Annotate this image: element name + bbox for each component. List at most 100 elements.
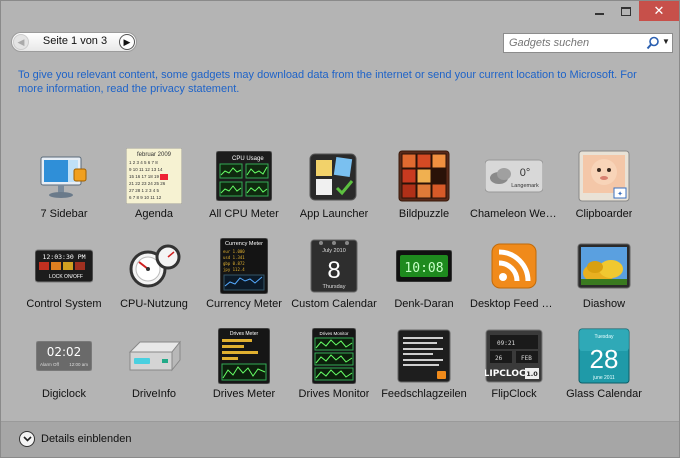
title-bar: ✕ — [1, 1, 679, 23]
gadget-tile[interactable]: Desktop Feed R... — [469, 236, 559, 322]
gadget-tile[interactable]: CPU Usage All CPU Meter — [199, 146, 289, 232]
cpu-gauge-icon — [124, 236, 184, 296]
gadget-name: CPU-Nutzung — [120, 298, 188, 310]
weather-location: Langemark — [511, 183, 539, 189]
privacy-notice: To give you relevant content, some gadge… — [18, 69, 637, 95]
gadget-tile[interactable]: App Launcher — [289, 146, 379, 232]
gadget-name: Clipboarder — [575, 208, 633, 220]
weather-temperature: 0° — [520, 167, 531, 179]
svg-text:FEB: FEB — [521, 355, 532, 362]
gadget-tile[interactable]: 02:02 Alarm Off 12:00 am Digiclock — [19, 326, 109, 412]
feed-headlines-icon — [394, 326, 454, 386]
glass-calendar-weekday: Tuesday — [595, 334, 614, 340]
gadget-tile[interactable]: July 2010 8 Thursday Custom Calendar — [289, 236, 379, 322]
cpu-meter-icon: CPU Usage — [214, 146, 274, 206]
footer-bar: Details einblenden — [1, 421, 679, 457]
gadget-tile[interactable]: Currency Meter eur 1.000 usd 1.341 gbp 0… — [199, 236, 289, 322]
glass-calendar-icon: Tuesday 28 june 2011 — [574, 326, 634, 386]
show-details-label: Details einblenden — [41, 433, 132, 445]
gadget-name: Feedschlagzeilen — [381, 388, 467, 400]
gadget-name: Currency Meter — [206, 298, 282, 310]
gadget-tile[interactable]: 12:03:30 PM LOCK ON/OFF Control System — [19, 236, 109, 322]
close-icon: ✕ — [653, 3, 665, 18]
toolbar: ◀ Seite 1 von 3 ▶ ▼ — [1, 23, 679, 63]
gadget-name: Bildpuzzle — [398, 208, 450, 220]
gadget-name: DriveInfo — [131, 388, 177, 400]
gadget-tile[interactable]: Drives Monitor Drives Monitor — [289, 326, 379, 412]
svg-text:27 28 1 2 3 4 5: 27 28 1 2 3 4 5 — [129, 188, 160, 193]
gadget-name: Diashow — [582, 298, 626, 310]
svg-text:6 7 8 9 10 11 12: 6 7 8 9 10 11 12 — [129, 195, 162, 200]
maximize-icon — [621, 6, 631, 16]
gadget-tile[interactable]: 7 Sidebar — [19, 146, 109, 232]
control-system-icon: 12:03:30 PM LOCK ON/OFF — [34, 236, 94, 296]
flipclock-version: 1.0 — [526, 370, 538, 378]
app-launcher-icon — [304, 146, 364, 206]
digiclock-time: 02:02 — [47, 345, 82, 359]
gadget-name: Drives Monitor — [298, 388, 370, 400]
monitor-sidebar-icon — [34, 146, 94, 206]
gadget-name: App Launcher — [299, 208, 369, 220]
svg-text:09:21: 09:21 — [497, 340, 515, 347]
currency-meter-icon: Currency Meter eur 1.000 usd 1.341 gbp 0… — [214, 236, 274, 296]
chevron-right-icon: ▶ — [123, 36, 131, 47]
gadget-name: Custom Calendar — [291, 298, 377, 310]
gadget-tile[interactable]: Tuesday 28 june 2011 Glass Calendar — [559, 326, 649, 412]
gadget-tile[interactable]: 09:2126FEB FLIPCLOCK 1.0 FlipClock — [469, 326, 559, 412]
show-details-button[interactable]: Details einblenden — [19, 430, 132, 448]
cpu-meter-label: CPU Usage — [232, 156, 264, 162]
calendar-month-year: July 2010 — [322, 248, 346, 254]
gadget-tile[interactable]: Drives Meter Drives Meter — [199, 326, 289, 412]
svg-text:usd 1.341: usd 1.341 — [223, 255, 245, 260]
svg-text:21 22 23 24 25 26: 21 22 23 24 25 26 — [129, 181, 166, 186]
glass-calendar-day: 28 — [590, 344, 619, 374]
digiclock-icon: 02:02 Alarm Off 12:00 am — [34, 326, 94, 386]
denk-daran-time: 10:08 — [404, 261, 443, 276]
gadget-tile[interactable]: Feedschlagzeilen — [379, 326, 469, 412]
calendar-month-icon: februar 2009 1 2 3 4 5 6 7 8 9 10 11 12 … — [124, 146, 184, 206]
previous-page-button[interactable]: ◀ — [13, 34, 29, 50]
gadget-tile[interactable]: 10:08 Denk-Daran — [379, 236, 469, 322]
svg-text:26: 26 — [495, 355, 503, 362]
digiclock-alarm: Alarm Off — [40, 362, 60, 367]
drives-monitor-icon: Drives Monitor — [304, 326, 364, 386]
digital-clock-green-icon: 10:08 — [394, 236, 454, 296]
search-dropdown-icon[interactable]: ▼ — [662, 37, 670, 46]
drives-monitor-label: Drives Monitor — [319, 331, 349, 336]
calendar-month-label: februar 2009 — [137, 152, 172, 158]
search-input[interactable] — [504, 34, 640, 52]
maximize-button[interactable] — [613, 1, 639, 21]
svg-text:✦: ✦ — [617, 190, 623, 198]
calendar-day-number: 8 — [327, 257, 340, 284]
chevron-down-icon — [19, 431, 35, 447]
control-system-lock: LOCK ON/OFF — [49, 274, 83, 280]
gadget-tile[interactable]: DriveInfo — [109, 326, 199, 412]
page-navigator: ◀ Seite 1 von 3 ▶ — [11, 32, 137, 52]
gadget-name: Glass Calendar — [566, 388, 642, 400]
search-box: ▼ — [503, 33, 673, 53]
slideshow-icon — [574, 236, 634, 296]
search-icon[interactable] — [646, 36, 660, 50]
digiclock-alarm-time: 12:00 am — [69, 362, 88, 367]
next-page-button[interactable]: ▶ — [119, 34, 135, 50]
gadget-name: Agenda — [135, 208, 173, 220]
gadget-tile[interactable]: CPU-Nutzung — [109, 236, 199, 322]
gadget-tile[interactable]: februar 2009 1 2 3 4 5 6 7 8 9 10 11 12 … — [109, 146, 199, 232]
gadget-tile[interactable]: 0° Langemark Chameleon Wea... — [469, 146, 559, 232]
gadget-tile[interactable]: Diashow — [559, 236, 649, 322]
flip-clock-icon: 09:2126FEB FLIPCLOCK 1.0 — [484, 326, 544, 386]
gadget-tile[interactable]: Bildpuzzle — [379, 146, 469, 232]
close-button[interactable]: ✕ — [639, 1, 679, 21]
gadget-name: Drives Meter — [212, 388, 276, 400]
calendar-weekday: Thursday — [323, 284, 346, 290]
rss-feed-icon — [484, 236, 544, 296]
svg-text:9 10 11 12 13 14: 9 10 11 12 13 14 — [129, 167, 163, 172]
page-indicator: Seite 1 von 3 — [42, 35, 108, 47]
gadget-name: Chameleon Wea... — [470, 208, 558, 220]
currency-meter-label: Currency Meter — [225, 241, 263, 247]
minimize-button[interactable] — [585, 1, 613, 21]
drives-meter-label: Drives Meter — [230, 331, 259, 337]
gadget-tile[interactable]: ✦ Clipboarder — [559, 146, 649, 232]
gadget-name: Desktop Feed R... — [470, 298, 558, 310]
gadget-name: Digiclock — [41, 388, 86, 400]
